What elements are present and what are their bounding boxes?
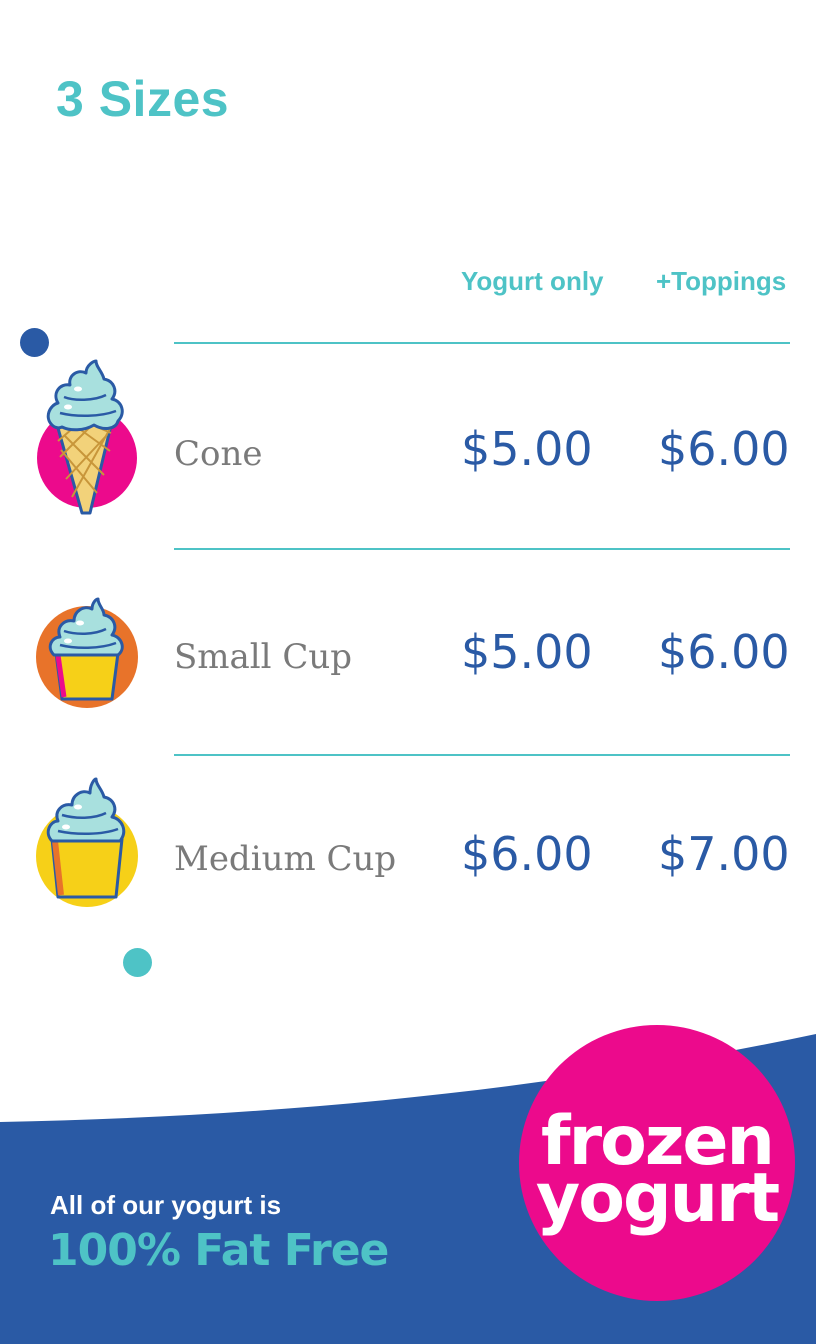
logo-text-yogurt: yogurt bbox=[535, 1159, 780, 1238]
row-divider bbox=[174, 342, 790, 344]
footer-tagline: All of our yogurt is bbox=[50, 1190, 282, 1220]
price-toppings: $6.00 bbox=[658, 625, 790, 679]
item-name: Small Cup bbox=[174, 637, 353, 677]
price-toppings: $7.00 bbox=[658, 827, 790, 881]
price-yogurt-only: $5.00 bbox=[461, 422, 593, 476]
row-divider bbox=[174, 754, 790, 756]
footer-fat-free: 100% Fat Free bbox=[48, 1225, 389, 1276]
medium-cup-icon bbox=[34, 773, 144, 913]
column-header-toppings: +Toppings bbox=[656, 266, 787, 296]
row-divider bbox=[174, 548, 790, 550]
small-cup-icon bbox=[34, 595, 144, 715]
column-header-yogurt-only: Yogurt only bbox=[461, 266, 604, 296]
menu-row-small-cup: Small Cup $5.00 $6.00 bbox=[0, 560, 816, 750]
page-title: 3 Sizes bbox=[56, 71, 230, 127]
item-name: Cone bbox=[174, 434, 263, 474]
ice-cream-cone-icon bbox=[34, 355, 144, 520]
menu-row-medium-cup: Medium Cup $6.00 $7.00 bbox=[0, 765, 816, 955]
item-name: Medium Cup bbox=[174, 839, 397, 879]
price-yogurt-only: $5.00 bbox=[461, 625, 593, 679]
price-yogurt-only: $6.00 bbox=[461, 827, 593, 881]
menu-row-cone: Cone $5.00 $6.00 bbox=[0, 350, 816, 540]
price-toppings: $6.00 bbox=[658, 422, 790, 476]
